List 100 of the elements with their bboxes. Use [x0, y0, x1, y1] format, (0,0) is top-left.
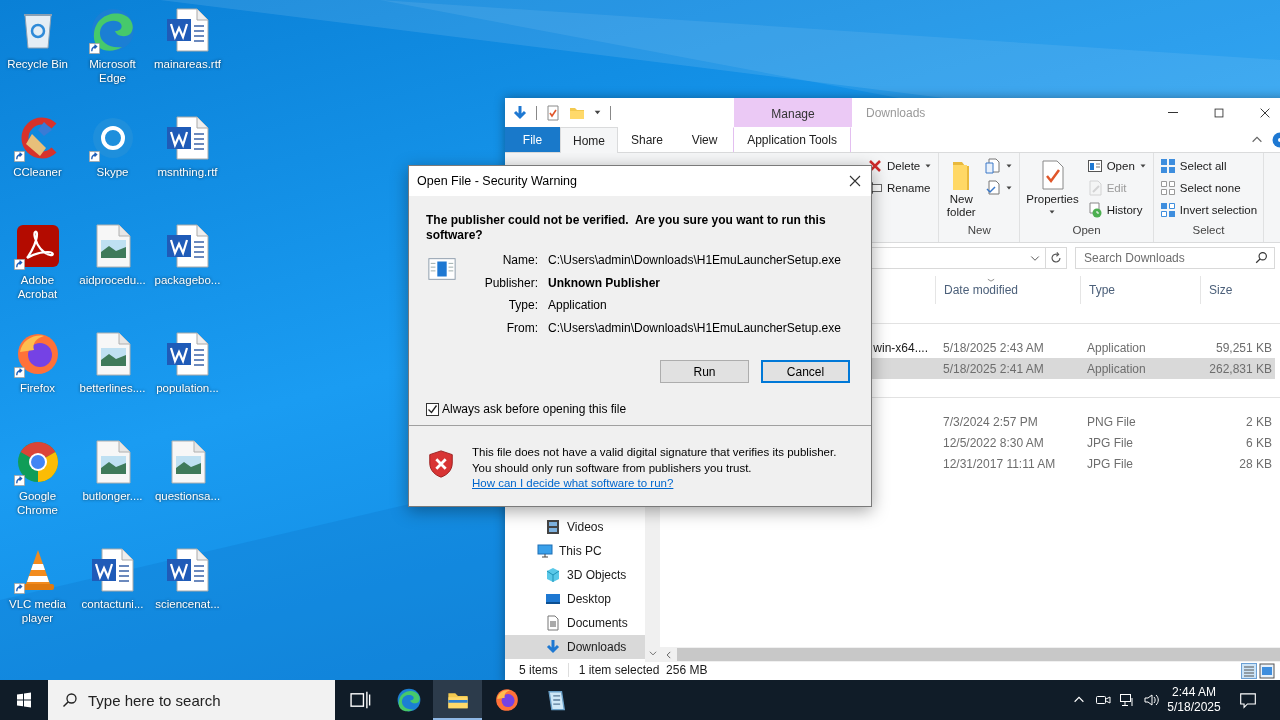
caret-icon[interactable]	[593, 108, 602, 117]
clock-icon	[1086, 202, 1103, 218]
field-value: C:\Users\admin\Downloads\H1EmuLauncherSetup.exe	[548, 320, 841, 335]
file-size: 6 KB	[1245, 435, 1273, 450]
ribbon-tab[interactable]: File	[505, 127, 560, 152]
search-field[interactable]: Type here to search	[48, 680, 335, 720]
dialog-button[interactable]: Cancel	[761, 360, 850, 383]
desktop-launcher[interactable]: Microsoft Edge	[75, 4, 150, 110]
field-label: From:	[505, 320, 538, 335]
download-arrow-icon[interactable]	[512, 104, 528, 121]
date-modified: 7/3/2024 2:57 PM	[942, 414, 1039, 429]
chevron-down-icon[interactable]	[647, 648, 658, 658]
checkbox[interactable]	[426, 402, 439, 416]
empty-grid-icon	[1159, 180, 1176, 196]
desktop-launcher[interactable]: Recycle Bin	[0, 4, 75, 110]
close-icon	[847, 173, 863, 189]
file-size: 59,251 KB	[1214, 340, 1273, 355]
desktop-launcher[interactable]: sciencenat...	[150, 544, 225, 650]
field-label: Type:	[507, 298, 538, 313]
minimize-icon	[1168, 112, 1178, 113]
file-type: PNG File	[1086, 414, 1137, 429]
ribbon-button[interactable]: Delete	[864, 155, 936, 177]
browser-logo-icon	[395, 687, 422, 713]
context-tab-header: Manage	[734, 98, 852, 127]
file-type: JPG File	[1086, 456, 1134, 471]
column-header[interactable]: Type	[1080, 276, 1200, 304]
field-value: Application	[548, 298, 608, 313]
file-type: JPG File	[1086, 435, 1134, 450]
chevron-left-icon[interactable]	[664, 649, 674, 660]
refresh-button[interactable]	[1045, 247, 1067, 269]
field-label: Publisher:	[483, 275, 538, 290]
desktop-launcher[interactable]: msnthing.rtf	[150, 112, 225, 218]
help-link[interactable]: How can I decide what software to run?	[472, 477, 674, 489]
screen-icon	[545, 591, 561, 607]
task-view-icon	[348, 689, 371, 711]
column-header[interactable]: Date modified	[935, 276, 1080, 304]
date-modified: 12/31/2017 11:11 AM	[942, 456, 1057, 471]
browser-logo-icon	[493, 687, 520, 713]
nav-item[interactable]: Documents	[505, 611, 645, 635]
search-field[interactable]: Search Downloads	[1075, 247, 1275, 269]
speaker-icon	[1143, 692, 1159, 708]
refresh-icon	[1049, 251, 1063, 265]
tray-clock[interactable]: 2:44 AM 5/18/2025	[1163, 680, 1225, 720]
desktop-launcher[interactable]: VLC media player	[0, 544, 75, 650]
desktop-launcher[interactable]: CCleaner	[0, 112, 75, 218]
new-document-icon	[985, 158, 1002, 174]
film-icon	[545, 519, 561, 535]
nav-item[interactable]: 3D Objects	[505, 563, 645, 587]
window-title: Downloads	[866, 105, 927, 120]
desktop-launcher[interactable]: mainareas.rtf	[150, 4, 225, 110]
ribbon-tab[interactable]: View	[676, 127, 734, 152]
nav-item[interactable]: Videos	[505, 515, 645, 539]
warning-text: This file does not have a valid digital signature that verifies its publisher. You should only run software from publishers you trust.	[472, 445, 838, 476]
document-check-icon	[985, 180, 1002, 196]
ribbon-tab[interactable]: Home	[560, 127, 618, 153]
large-icons-view-icon[interactable]	[1259, 663, 1275, 679]
ribbon-button[interactable]: Select all	[1156, 155, 1261, 177]
nav-item[interactable]: Downloads	[505, 635, 645, 659]
monitor-icon	[537, 543, 553, 559]
ribbon-group-label: New	[966, 224, 992, 238]
document-icon	[545, 615, 561, 631]
date-modified: 5/18/2025 2:43 AM	[942, 340, 1045, 355]
date-modified: 12/5/2022 8:30 AM	[942, 435, 1045, 450]
scrollbar-thumb[interactable]	[677, 648, 1280, 661]
shield-icon	[426, 449, 456, 479]
download-arrow-icon	[545, 639, 561, 655]
taskbar-button[interactable]	[433, 680, 482, 720]
search-icon	[62, 692, 78, 708]
ribbon-group-label: Select	[1191, 224, 1226, 238]
checklist-icon[interactable]	[545, 104, 561, 121]
ribbon-button[interactable]: Invert selection	[1156, 199, 1261, 221]
file-name: win-x64....	[873, 340, 928, 355]
field-label: Name:	[501, 253, 538, 268]
ribbon-tab[interactable]: Share	[618, 127, 677, 152]
date-modified: 5/18/2025 2:41 AM	[942, 361, 1045, 376]
file-type: Application	[1086, 361, 1147, 376]
ribbon-button[interactable]: Open	[1083, 155, 1150, 177]
notification-icon	[1238, 691, 1257, 709]
file-size: 2 KB	[1245, 414, 1273, 429]
desktop-launcher[interactable]: contactuni...	[75, 544, 150, 650]
nav-item[interactable]: This PC	[505, 539, 645, 563]
desktop-launcher[interactable]: Skype	[75, 112, 150, 218]
dialog-title: Open File - Security Warning	[417, 174, 578, 188]
ribbon-button[interactable]: Properties	[1023, 155, 1082, 224]
checkbox-label: Always ask before opening this file	[442, 402, 627, 416]
nav-item[interactable]: Desktop	[505, 587, 645, 611]
search-icon	[1255, 251, 1268, 264]
file-size: 262,831 KB	[1208, 361, 1273, 376]
network-icon	[1119, 692, 1135, 708]
cube-icon	[545, 567, 561, 583]
dialog-heading: The publisher could not be verified. Are you sure you want to run this software?	[426, 213, 827, 243]
column-header[interactable]: Size	[1200, 276, 1275, 304]
grid-icon	[1159, 158, 1176, 174]
ribbon-button[interactable]: Select none	[1156, 177, 1261, 199]
dialog-button[interactable]: Run	[660, 360, 749, 383]
file-type: Application	[1086, 340, 1147, 355]
field-value: Unknown Publisher	[548, 275, 661, 290]
maximize-icon	[1212, 105, 1226, 120]
ribbon-button[interactable]: New folder	[942, 155, 981, 224]
ribbon-button[interactable]: History	[1083, 199, 1150, 221]
